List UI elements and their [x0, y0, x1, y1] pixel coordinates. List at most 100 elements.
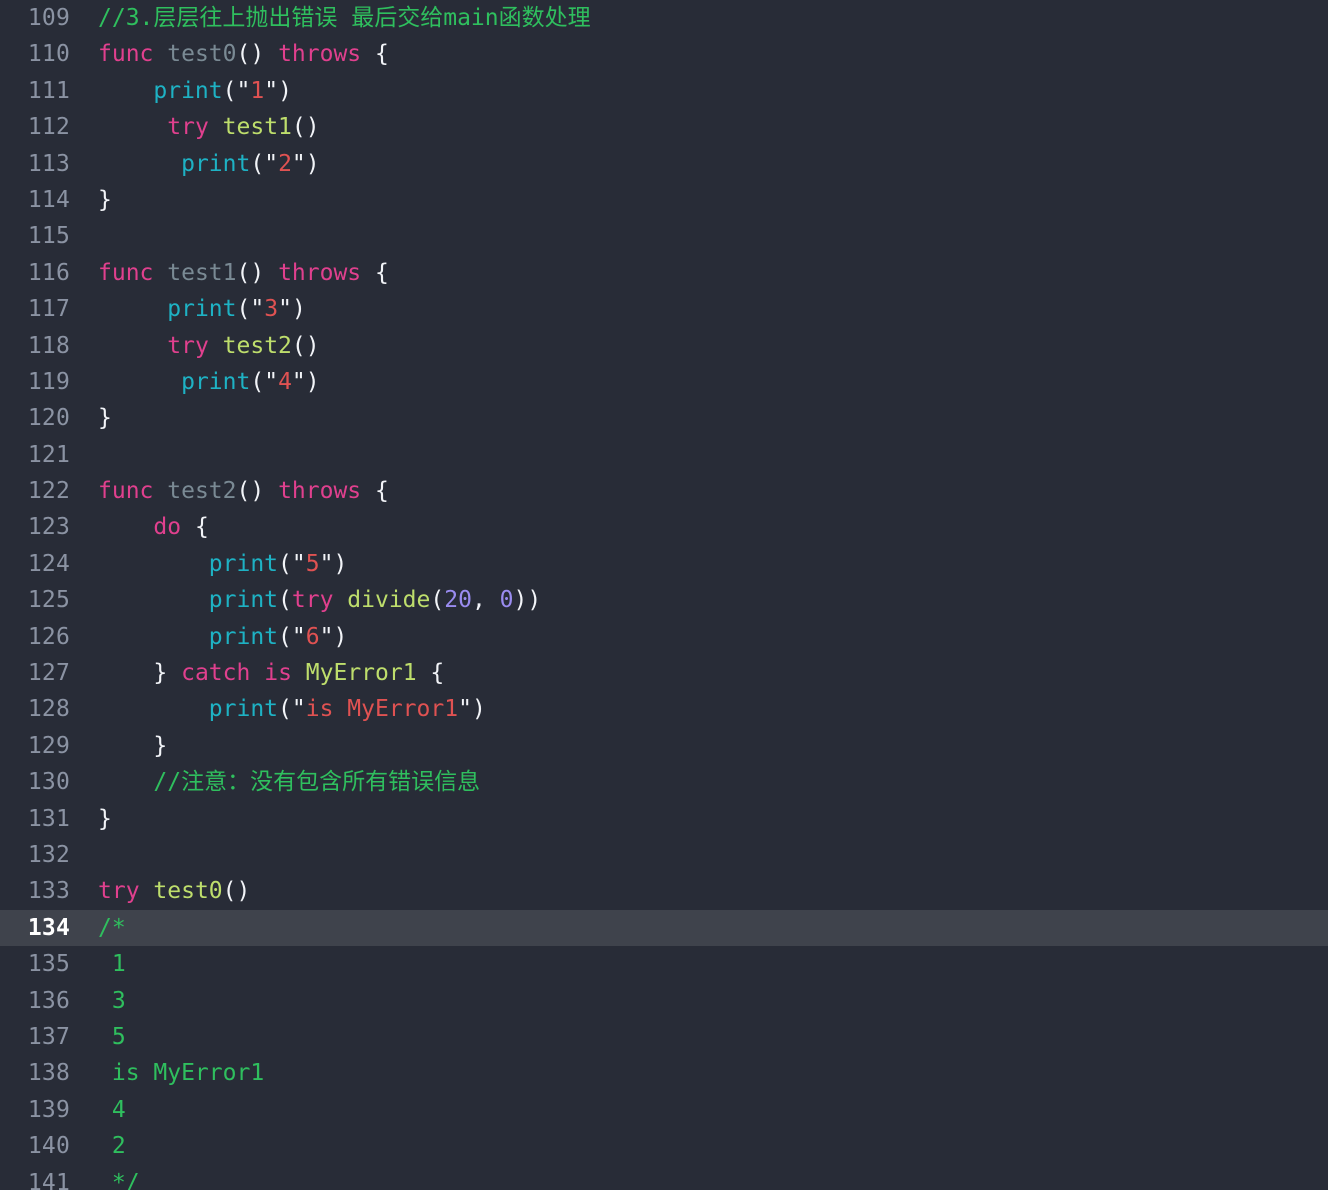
token-comment: 1 — [98, 951, 126, 978]
code-line-content[interactable]: */ — [70, 1165, 1328, 1190]
code-line[interactable]: 118 try test2() — [0, 328, 1328, 364]
code-line[interactable]: 132 — [0, 837, 1328, 873]
token-punctuation: ( — [278, 623, 292, 650]
code-line-content[interactable]: print("6") — [70, 619, 1328, 655]
code-line-content[interactable]: } catch is MyError1 { — [70, 655, 1328, 691]
code-line-content[interactable]: 2 — [70, 1128, 1328, 1164]
code-line-content[interactable]: is MyError1 — [70, 1055, 1328, 1091]
line-number: 136 — [27, 987, 70, 1014]
code-line[interactable]: 137 5 — [0, 1019, 1328, 1055]
code-line-content[interactable]: } — [70, 182, 1328, 218]
code-line-content[interactable]: //注意：没有包含所有错误信息 — [70, 764, 1328, 800]
token-punctuation: ) — [305, 368, 320, 395]
code-line[interactable]: 138 is MyError1 — [0, 1055, 1328, 1091]
code-line-content[interactable]: print(try divide(20, 0)) — [70, 582, 1328, 618]
code-line-content[interactable]: 4 — [70, 1092, 1328, 1128]
code-line[interactable]: 131} — [0, 801, 1328, 837]
code-line[interactable]: 130 //注意：没有包含所有错误信息 — [0, 764, 1328, 800]
code-line-content[interactable]: 3 — [70, 983, 1328, 1019]
code-line[interactable]: 113 print("2") — [0, 146, 1328, 182]
token-punctuation: { — [430, 660, 445, 687]
code-line-content[interactable]: print("3") — [70, 291, 1328, 327]
code-line[interactable]: 112 try test1() — [0, 109, 1328, 145]
code-line-content[interactable]: //3.层层往上抛出错误 最后交给main函数处理 — [70, 0, 1328, 36]
token-quote: " — [319, 623, 334, 650]
code-line[interactable]: 123 do { — [0, 509, 1328, 545]
code-line[interactable]: 127 } catch is MyError1 { — [0, 655, 1328, 691]
code-editor[interactable]: 109//3.层层往上抛出错误 最后交给main函数处理 110 func test… — [0, 0, 1328, 1190]
token-declaration: test1 — [167, 259, 237, 286]
token-quote: " — [291, 150, 306, 177]
code-line[interactable]: 121 — [0, 437, 1328, 473]
code-line-content[interactable]: try test1() — [70, 109, 1328, 145]
code-line-content[interactable]: print("1") — [70, 73, 1328, 109]
code-line[interactable]: 119 print("4") — [0, 364, 1328, 400]
code-line[interactable]: 124 print("5") — [0, 546, 1328, 582]
token-builtin_function: print — [208, 550, 279, 577]
token-punctuation: } — [153, 660, 168, 687]
code-line[interactable]: 120} — [0, 400, 1328, 436]
code-line[interactable]: 116 func test1() throws { — [0, 255, 1328, 291]
token-quote: " — [458, 696, 472, 723]
code-line-active[interactable]: 134 /* — [0, 909, 1328, 947]
code-line-content[interactable]: print("is MyError1") — [70, 691, 1328, 727]
token-string: 6 — [305, 623, 320, 650]
code-line-content[interactable]: do { — [70, 509, 1328, 545]
code-line[interactable]: 129 } — [0, 728, 1328, 764]
token-keyword: is — [264, 660, 292, 687]
line-number: 111 — [27, 77, 70, 104]
code-line-content[interactable]: 1 — [70, 946, 1328, 982]
code-line[interactable]: 117 print("3") — [0, 291, 1328, 327]
token-quote: " — [291, 623, 306, 650]
code-line[interactable]: 128 print("is MyError1") — [0, 691, 1328, 727]
code-line[interactable]: 115 — [0, 218, 1328, 254]
token-punctuation: () — [291, 114, 320, 141]
code-line-content[interactable]: func test2() throws { — [70, 473, 1328, 509]
line-number: 139 — [27, 1096, 70, 1123]
code-line[interactable]: 126 print("6") — [0, 619, 1328, 655]
code-line[interactable]: 110 func test0() throws { — [0, 36, 1328, 72]
line-number: 117 — [27, 296, 70, 323]
code-line[interactable]: 135 1 — [0, 946, 1328, 982]
code-line[interactable]: 133 try test0() — [0, 873, 1328, 909]
code-line-content[interactable]: 5 — [70, 1019, 1328, 1055]
code-line-content[interactable]: } — [70, 728, 1328, 764]
code-line-list[interactable]: 109//3.层层往上抛出错误 最后交给main函数处理 110 func test… — [0, 0, 1328, 1190]
code-line-content[interactable]: print("2") — [70, 146, 1328, 182]
code-line-content[interactable]: try test2() — [70, 328, 1328, 364]
code-line-content[interactable]: try test0() — [70, 873, 1328, 909]
code-line-content[interactable]: } — [70, 400, 1328, 436]
token-comment: //注意：没有包含所有错误信息 — [153, 769, 481, 796]
token-punctuation: ( — [236, 296, 251, 323]
code-line[interactable]: 140 2 — [0, 1128, 1328, 1164]
code-line-content[interactable]: func test1() throws { — [70, 255, 1328, 291]
code-line-content[interactable]: print("4") — [70, 364, 1328, 400]
code-line-content[interactable]: } — [70, 801, 1328, 837]
code-line[interactable]: 136 3 — [0, 983, 1328, 1019]
token-punctuation: { — [375, 41, 389, 68]
code-line[interactable]: 122 func test2() throws { — [0, 473, 1328, 509]
code-line[interactable]: 109 //3.层层往上抛出错误 最后交给main函数处理 — [0, 0, 1328, 36]
token-punctuation: ( — [430, 587, 445, 614]
code-line[interactable]: 111 print("1") — [0, 73, 1328, 109]
code-line-content[interactable]: func test0() throws { — [70, 36, 1328, 72]
code-line[interactable]: 141 */ — [0, 1165, 1328, 1190]
code-line[interactable]: 139 4 — [0, 1092, 1328, 1128]
code-line[interactable]: 114} — [0, 182, 1328, 218]
code-line[interactable]: 125 print(try divide(20, 0)) — [0, 582, 1328, 618]
token-comment: 4 — [98, 1096, 126, 1123]
code-line-content[interactable]: /* — [70, 910, 1328, 946]
token-builtin_function: print — [167, 296, 237, 323]
token-type: MyError1 — [305, 660, 417, 687]
code-line-content[interactable]: print("5") — [70, 546, 1328, 582]
